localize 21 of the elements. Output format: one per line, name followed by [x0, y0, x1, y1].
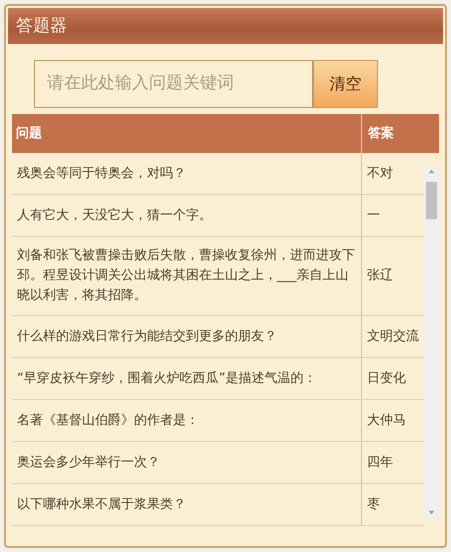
answer-text: 四年	[367, 454, 393, 472]
question-text: 什么样的游戏日常行为能结交到更多的朋友？	[17, 328, 277, 346]
answer-text: 一	[367, 206, 380, 224]
question-text: 奥运会多少年举行一次？	[17, 454, 160, 472]
question-text: “早穿皮袄午穿纱，围着火炉吃西瓜”是描述气温的：	[17, 370, 316, 388]
answer-text: 张辽	[367, 267, 393, 285]
question-text: 人有它大，天没它大，猜一个字。	[17, 206, 212, 224]
window-title: 答题器	[16, 16, 67, 36]
question-text: 残奥会等同于特奥会，对吗？	[17, 164, 186, 182]
column-header: 答案	[368, 126, 394, 141]
answer-text: 不对	[367, 164, 393, 182]
question-text: 名著《基督山伯爵》的作者是：	[17, 412, 199, 430]
search-field[interactable]: 请在此处输入问题关键词	[34, 60, 313, 108]
answer-text: 文明交流	[367, 328, 419, 346]
answer-text: 枣	[367, 496, 380, 514]
answer-text: 大仲马	[367, 412, 406, 430]
question-text: 以下哪种水果不属于浆果类？	[17, 496, 186, 514]
question-text: 刘备和张飞被曹操击败后失散，曹操收复徐州，进而进攻下邳。程昱设计调关公出城将其困在土山之上，___亲自上山晓以利害，将其招降。	[17, 247, 355, 305]
column-header: 问题	[16, 124, 42, 143]
answer-text: 日变化	[367, 370, 406, 388]
clear-button[interactable]: 清空	[313, 60, 378, 108]
